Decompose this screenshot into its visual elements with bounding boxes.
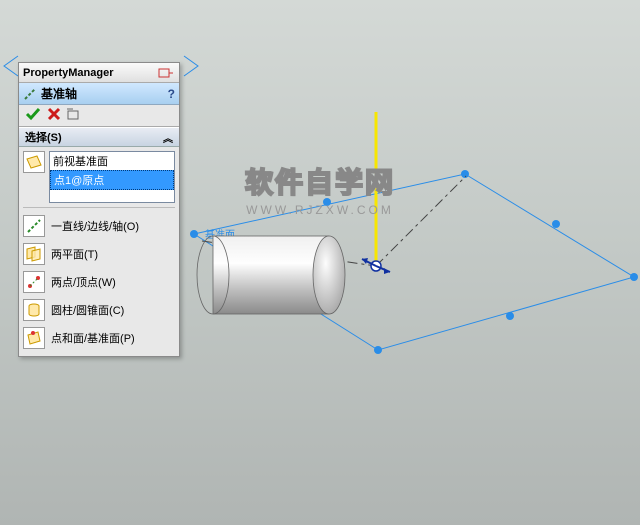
two-planes-icon (23, 243, 45, 265)
corner-arrow (184, 56, 198, 76)
reference-icon[interactable] (23, 151, 45, 173)
selection-listbox[interactable]: 前视基准面 点1@原点 (49, 151, 175, 203)
plane-handle[interactable] (323, 198, 331, 206)
option-line-edge-axis[interactable]: 一直线/边线/轴(O) (23, 212, 175, 240)
point-face-icon (23, 327, 45, 349)
plane-handle[interactable] (506, 312, 514, 320)
option-two-points[interactable]: 两点/顶点(W) (23, 268, 175, 296)
selection-item[interactable]: 前视基准面 (50, 152, 174, 170)
option-cylinder-cone[interactable]: 圆柱/圆锥面(C) (23, 296, 175, 324)
option-label: 点和面/基准面(P) (51, 330, 135, 346)
pin-icon[interactable] (157, 66, 175, 80)
confirm-row (19, 105, 179, 127)
plane-handle[interactable] (374, 346, 382, 354)
ok-button[interactable] (25, 106, 41, 125)
plane-handle[interactable] (552, 220, 560, 228)
corner-arrow (4, 56, 18, 76)
cancel-button[interactable] (47, 107, 61, 124)
panel-title: PropertyManager (23, 67, 113, 79)
detail-button[interactable] (67, 107, 83, 124)
two-points-icon (23, 271, 45, 293)
collapse-icon[interactable]: ︽ (163, 130, 173, 145)
cylinder-icon (23, 299, 45, 321)
axis-icon (23, 87, 37, 101)
feature-header: 基准轴 ? (19, 83, 179, 105)
option-label: 两点/顶点(W) (51, 274, 116, 290)
option-label: 圆柱/圆锥面(C) (51, 302, 124, 318)
selection-body: 前视基准面 点1@原点 一直线/边线/轴(O) 两平面(T) 两点/顶点(W) (19, 147, 179, 356)
panel-titlebar[interactable]: PropertyManager (19, 63, 179, 83)
option-label: 两平面(T) (51, 246, 98, 262)
option-point-face[interactable]: 点和面/基准面(P) (23, 324, 175, 352)
plane-handle[interactable] (190, 230, 198, 238)
option-two-planes[interactable]: 两平面(T) (23, 240, 175, 268)
property-manager-panel: PropertyManager 基准轴 ? 选择(S) ︽ 前视基准面 (18, 62, 180, 357)
section-title: 选择(S) (25, 129, 62, 145)
origin-triad[interactable] (362, 258, 390, 274)
cylinder-body[interactable] (197, 236, 345, 314)
help-icon[interactable]: ? (168, 87, 175, 101)
selection-section-header[interactable]: 选择(S) ︽ (19, 127, 179, 147)
feature-name: 基准轴 (41, 85, 77, 102)
selection-item-highlighted[interactable]: 点1@原点 (50, 170, 174, 190)
line-icon (23, 215, 45, 237)
plane-handle[interactable] (630, 273, 638, 281)
option-label: 一直线/边线/轴(O) (51, 218, 139, 234)
axis-z (376, 176, 466, 266)
